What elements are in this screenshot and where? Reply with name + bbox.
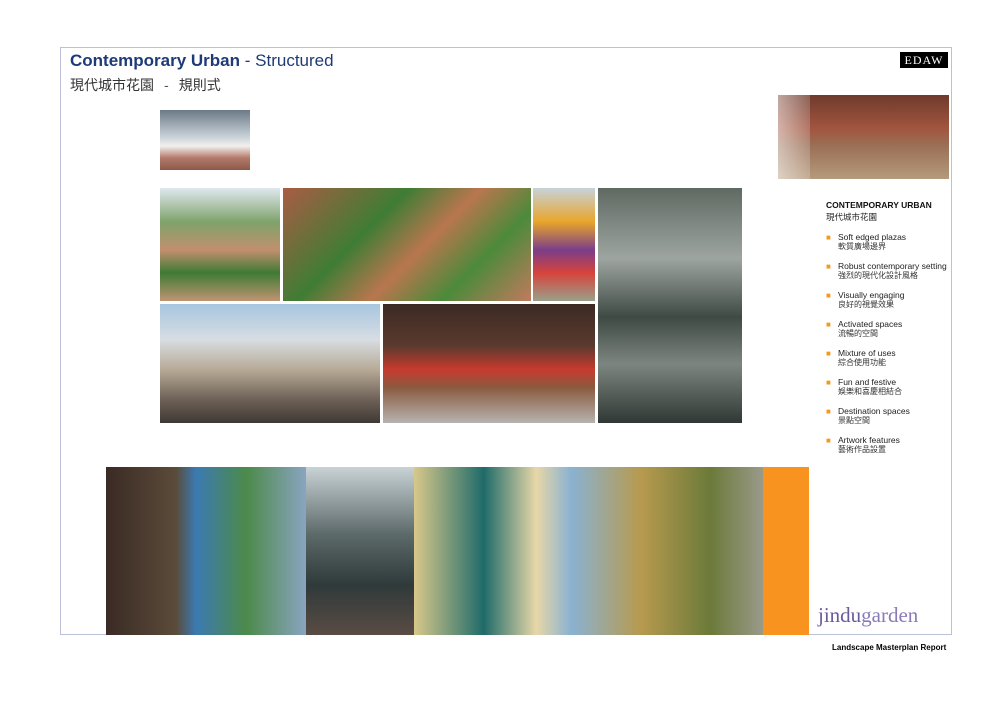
photo-pergola-cafe [306, 467, 414, 635]
feature-list: ■ Soft edged plazas 軟質廣場邊界 ■ Robust contemp… [826, 232, 951, 464]
item-label-en: Visually engaging [838, 290, 905, 300]
list-item: ■ Robust contemporary setting 強烈的現代化設計風格 [826, 261, 951, 281]
item-label-en: Mixture of uses [838, 348, 896, 358]
subtitle-cn-part2: 規則式 [178, 78, 221, 94]
brand-logo-jindugarden: jindugarden [818, 603, 918, 628]
item-label-en: Activated spaces [838, 319, 903, 329]
list-item: ■ Activated spaces 流暢的空間 [826, 319, 951, 339]
photo-awning-street [414, 467, 763, 635]
photo-arcade-plaza [778, 95, 949, 179]
item-label-en: Soft edged plazas [838, 232, 907, 242]
bullet-icon: ■ [826, 378, 831, 387]
list-item: ■ Mixture of uses 綜合使用功能 [826, 348, 951, 368]
photo-fountain-kids [160, 110, 250, 170]
item-label-cn: 軟質廣場邊界 [838, 242, 886, 251]
photo-flower-benches [383, 304, 595, 423]
sidebar-heading-cn: 現代城市花園 [826, 213, 878, 223]
list-item: ■ Soft edged plazas 軟質廣場邊界 [826, 232, 951, 252]
bullet-icon: ■ [826, 436, 831, 445]
photo-play-sculpture [533, 188, 595, 301]
item-label-en: Robust contemporary setting [838, 261, 947, 271]
item-label-en: Artwork features [838, 435, 900, 445]
bullet-icon: ■ [826, 320, 831, 329]
edaw-logo: EDAW [900, 52, 948, 68]
bullet-icon: ■ [826, 291, 831, 300]
item-label-cn: 藝術作品設置 [838, 445, 886, 454]
page-subtitle-cn: 現代城市花園 - 規則式 [70, 75, 221, 95]
title-rest: - Structured [240, 51, 334, 70]
item-label-cn: 娛樂和喜慶相結合 [838, 387, 902, 396]
brand-part-garden: garden [861, 603, 919, 627]
list-item: ■ Artwork features 藝術作品設置 [826, 435, 951, 455]
list-item: ■ Visually engaging 良好的視覺效果 [826, 290, 951, 310]
item-label-cn: 強烈的現代化設計風格 [838, 271, 918, 280]
title-bold: Contemporary Urban [70, 51, 241, 70]
item-label-cn: 景點空間 [838, 416, 870, 425]
item-label-cn: 流暢的空間 [838, 329, 878, 338]
bullet-icon: ■ [826, 233, 831, 242]
list-item: ■ Fun and festive 娛樂和喜慶相結合 [826, 377, 951, 397]
bullet-icon: ■ [826, 407, 831, 416]
photo-fountain-plaza [160, 304, 380, 423]
sidebar-heading: CONTEMPORARY URBAN [826, 200, 932, 210]
brand-part-jindu: jindu [818, 603, 862, 627]
subtitle-cn-part1: 現代城市花園 [70, 78, 154, 94]
item-label-en: Fun and festive [838, 377, 897, 387]
page-title: Contemporary Urban - Structured [70, 51, 334, 71]
photo-water-steps [598, 188, 742, 423]
bullet-icon: ■ [826, 262, 831, 271]
photo-aerial-garden [283, 188, 531, 301]
photo-palm-fountain [106, 467, 306, 635]
accent-bar [763, 467, 809, 635]
subtitle-dash: - [164, 78, 169, 94]
photo-umbrella-lawn [160, 188, 280, 301]
item-label-cn: 良好的視覺效果 [838, 300, 894, 309]
item-label-en: Destination spaces [838, 406, 910, 416]
item-label-cn: 綜合使用功能 [838, 358, 886, 367]
report-footer: Landscape Masterplan Report [832, 643, 947, 652]
bullet-icon: ■ [826, 349, 831, 358]
list-item: ■ Destination spaces 景點空間 [826, 406, 951, 426]
